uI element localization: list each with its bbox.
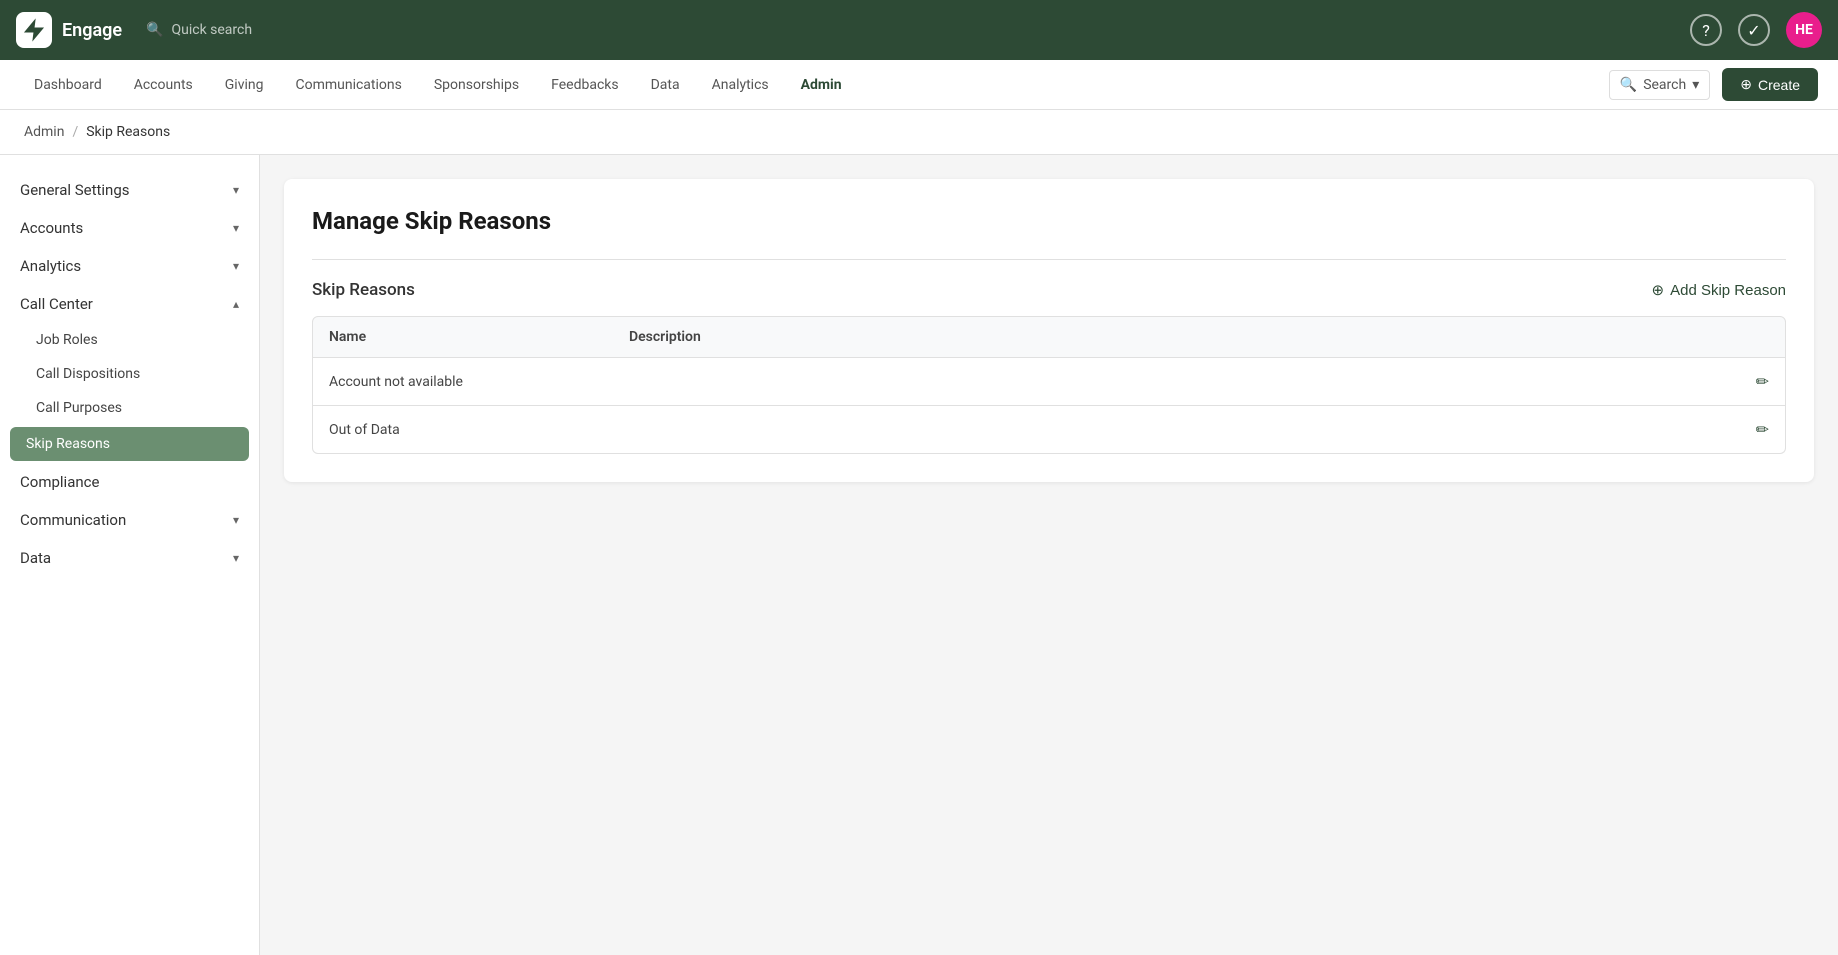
search-icon-secondary: 🔍 (1620, 77, 1637, 93)
logo-icon (16, 12, 52, 48)
nav-communications[interactable]: Communications (281, 69, 415, 101)
breadcrumb: Admin / Skip Reasons (0, 110, 1838, 155)
sidebar-item-call-purposes[interactable]: Call Purposes (0, 391, 259, 425)
skip-reasons-table: Name Description Account not available ✏… (312, 316, 1786, 454)
nav-dashboard[interactable]: Dashboard (20, 69, 116, 101)
sidebar-item-call-dispositions[interactable]: Call Dispositions (0, 357, 259, 391)
section-title: Skip Reasons (312, 280, 415, 300)
table-header: Name Description (312, 316, 1786, 358)
row-name: Out of Data (329, 422, 629, 438)
nav-admin[interactable]: Admin (787, 69, 856, 101)
sidebar-section-accounts[interactable]: Accounts ▾ (0, 209, 259, 247)
chevron-down-icon: ▾ (233, 513, 239, 527)
nav-data[interactable]: Data (637, 69, 694, 101)
avatar[interactable]: HE (1786, 12, 1822, 48)
nav-feedbacks[interactable]: Feedbacks (537, 69, 632, 101)
add-btn-label: Add Skip Reason (1670, 282, 1786, 299)
sidebar-item-skip-reasons[interactable]: Skip Reasons (10, 427, 249, 461)
chevron-down-icon: ▾ (233, 221, 239, 235)
breadcrumb-parent[interactable]: Admin (24, 124, 64, 140)
top-bar-right: ? ✓ HE (1690, 12, 1822, 48)
nav-giving[interactable]: Giving (211, 69, 278, 101)
nav-analytics[interactable]: Analytics (698, 69, 783, 101)
nav-sponsorships[interactable]: Sponsorships (420, 69, 533, 101)
table-row: Out of Data ✏ (312, 406, 1786, 454)
sidebar-section-data[interactable]: Data ▾ (0, 539, 259, 577)
sidebar-section-label: Accounts (20, 219, 83, 237)
page-content: General Settings ▾ Accounts ▾ Analytics … (0, 155, 1838, 955)
edit-icon[interactable]: ✏ (1756, 420, 1769, 439)
search-button[interactable]: 🔍 Search ▾ (1609, 70, 1710, 100)
add-skip-reason-button[interactable]: ⊕ Add Skip Reason (1652, 281, 1786, 299)
search-icon: 🔍 (146, 22, 163, 38)
edit-icon[interactable]: ✏ (1756, 372, 1769, 391)
sidebar-item-job-roles[interactable]: Job Roles (0, 323, 259, 357)
chevron-down-icon: ▾ (233, 183, 239, 197)
nav-accounts[interactable]: Accounts (120, 69, 207, 101)
search-label: Search (1643, 77, 1686, 93)
breadcrumb-current: Skip Reasons (86, 124, 170, 140)
sidebar: General Settings ▾ Accounts ▾ Analytics … (0, 155, 260, 955)
sidebar-section-label: Compliance (20, 473, 99, 491)
plus-icon: ⊕ (1740, 76, 1752, 93)
top-bar: Engage 🔍 Quick search ? ✓ HE (0, 0, 1838, 60)
sidebar-section-analytics[interactable]: Analytics ▾ (0, 247, 259, 285)
divider (312, 259, 1786, 260)
sidebar-section-label: Call Center (20, 295, 93, 313)
chevron-up-icon: ▴ (233, 297, 239, 311)
logo-area[interactable]: Engage (16, 12, 122, 48)
section-header: Skip Reasons ⊕ Add Skip Reason (312, 280, 1786, 300)
col-name: Name (329, 329, 629, 345)
secondary-nav: Dashboard Accounts Giving Communications… (0, 60, 1838, 110)
sidebar-section-compliance[interactable]: Compliance (0, 463, 259, 501)
create-button[interactable]: ⊕ Create (1722, 68, 1818, 101)
app-name: Engage (62, 20, 122, 41)
chevron-down-icon: ▾ (1692, 77, 1699, 93)
checkbox-icon[interactable]: ✓ (1738, 14, 1770, 46)
quick-search-area[interactable]: 🔍 Quick search (146, 22, 252, 38)
sidebar-section-label: Communication (20, 511, 126, 529)
chevron-down-icon: ▾ (233, 259, 239, 273)
sidebar-section-label: General Settings (20, 181, 130, 199)
quick-search-label: Quick search (171, 22, 252, 38)
col-description: Description (629, 329, 1769, 345)
row-name: Account not available (329, 374, 629, 390)
table-row: Account not available ✏ (312, 358, 1786, 406)
sidebar-section-call-center[interactable]: Call Center ▴ (0, 285, 259, 323)
create-label: Create (1758, 77, 1800, 93)
chevron-down-icon: ▾ (233, 551, 239, 565)
sidebar-section-label: Data (20, 549, 51, 567)
nav-search-area: 🔍 Search ▾ ⊕ Create (1609, 68, 1818, 101)
help-icon[interactable]: ? (1690, 14, 1722, 46)
plus-circle-icon: ⊕ (1652, 281, 1665, 299)
sidebar-section-general-settings[interactable]: General Settings ▾ (0, 171, 259, 209)
main-content: Manage Skip Reasons Skip Reasons ⊕ Add S… (260, 155, 1838, 955)
content-card: Manage Skip Reasons Skip Reasons ⊕ Add S… (284, 179, 1814, 482)
sidebar-section-label: Analytics (20, 257, 81, 275)
breadcrumb-separator: / (72, 124, 78, 140)
sidebar-section-communication[interactable]: Communication ▾ (0, 501, 259, 539)
page-title: Manage Skip Reasons (312, 207, 1786, 235)
